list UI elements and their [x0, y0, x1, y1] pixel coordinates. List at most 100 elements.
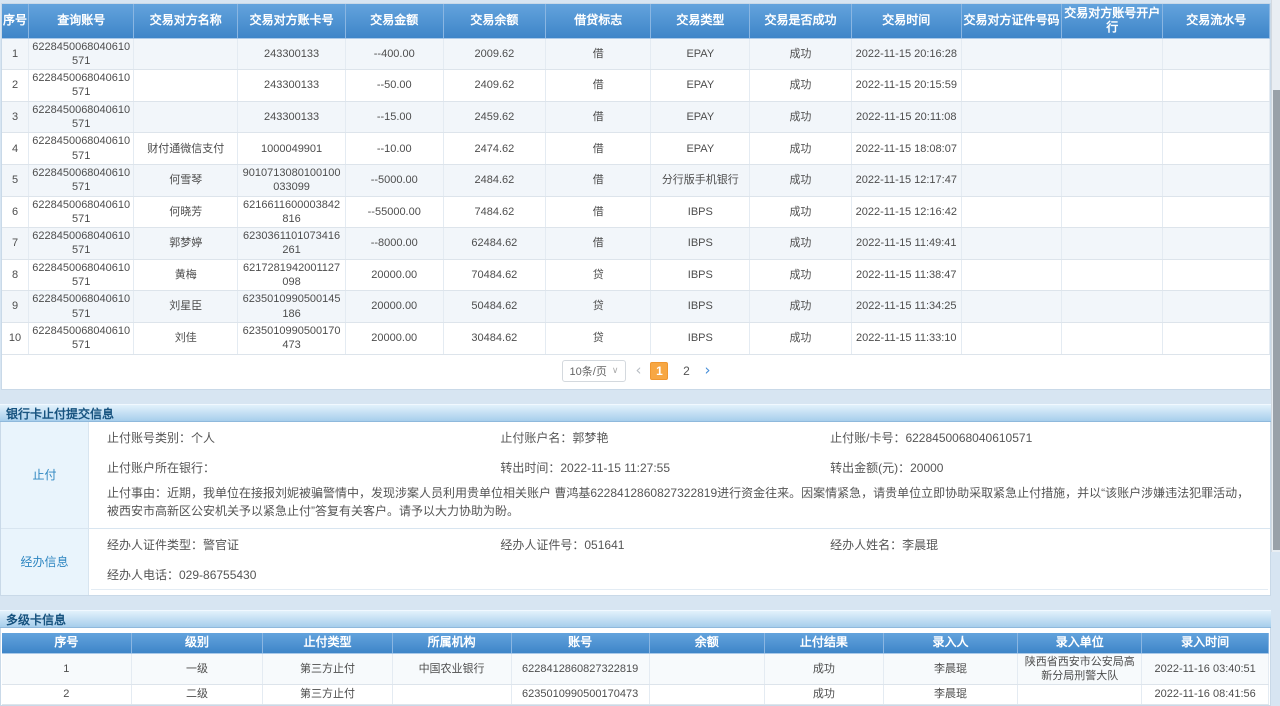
table-row: 2二级第三方止付6235010990500170473成功李晨琨2022-11-…: [2, 685, 1269, 705]
table-cell: 郭梦婷: [134, 228, 238, 260]
table-cell: [649, 685, 764, 705]
table-cell: 借: [546, 101, 651, 133]
table-cell: 2022-11-15 12:16:42: [851, 196, 961, 228]
table-cell: 成功: [764, 653, 883, 685]
table-cell: 6230361101073416261: [238, 228, 346, 260]
table-cell: 2009.62: [443, 38, 546, 70]
agent-id-number-field: 经办人证件号：051641: [500, 536, 830, 553]
stop-account-name-field: 止付账户名：郭梦艳: [500, 429, 830, 446]
table-cell: 2022-11-15 11:34:25: [851, 291, 961, 323]
table-row: 96228450068040610571刘星臣62350109905001451…: [2, 291, 1270, 323]
table-cell: [1163, 322, 1270, 354]
scrollbar-thumb[interactable]: [1273, 90, 1280, 550]
table-cell: [1062, 196, 1163, 228]
column-header: 所属机构: [392, 633, 511, 653]
table-cell: 6: [2, 196, 29, 228]
table-cell: IBPS: [651, 259, 750, 291]
chevron-down-icon: ∨: [612, 366, 619, 375]
agent-info-group-content: 经办人证件类型：警官证 经办人证件号：051641 经办人姓名：李晨琨 经办人电…: [89, 529, 1270, 595]
table-cell: [1062, 259, 1163, 291]
table-cell: EPAY: [651, 101, 750, 133]
table-cell: --10.00: [345, 133, 443, 165]
stop-account-type-field: 止付账号类别：个人: [107, 429, 500, 446]
table-cell: --8000.00: [345, 228, 443, 260]
table-cell: 李晨琨: [883, 685, 1017, 705]
table-cell: 李晨琨: [883, 653, 1017, 685]
table-cell: 70484.62: [443, 259, 546, 291]
table-cell: --15.00: [345, 101, 443, 133]
agent-name-field: 经办人姓名：李晨琨: [830, 536, 1264, 553]
main-content: 序号查询账号交易对方名称交易对方账卡号交易金额交易余额借贷标志交易类型交易是否成…: [0, 0, 1271, 706]
table-cell: [134, 70, 238, 102]
table-row: 46228450068040610571财付通微信支付1000049901--1…: [2, 133, 1270, 165]
stop-payment-group-content: 止付账号类别：个人 止付账户名：郭梦艳 止付账/卡号：6228450068040…: [89, 422, 1270, 528]
table-cell: 2022-11-15 18:08:07: [851, 133, 961, 165]
table-cell: IBPS: [651, 228, 750, 260]
table-cell: 3: [2, 101, 29, 133]
table-cell: IBPS: [651, 322, 750, 354]
field-row: 经办人证件类型：警官证 经办人证件号：051641 经办人姓名：李晨琨: [89, 529, 1270, 559]
table-cell: [1163, 133, 1270, 165]
table-cell: 20000.00: [345, 322, 443, 354]
table-cell: 二级: [131, 685, 263, 705]
next-page-button[interactable]: ›: [704, 363, 710, 378]
table-cell: [961, 322, 1061, 354]
table-cell: 7: [2, 228, 29, 260]
table-cell: EPAY: [651, 38, 750, 70]
table-cell: 6235010990500170473: [238, 322, 346, 354]
table-cell: 30484.62: [443, 322, 546, 354]
stop-card-number-field: 止付账/卡号：6228450068040610571: [830, 429, 1264, 446]
table-cell: 借: [546, 228, 651, 260]
table-cell: [1062, 101, 1163, 133]
table-row: 56228450068040610571何雪琴90107130801001000…: [2, 164, 1270, 196]
table-cell: 借: [546, 38, 651, 70]
table-cell: 8: [2, 259, 29, 291]
table-cell: 一级: [131, 653, 263, 685]
table-cell: 243300133: [238, 38, 346, 70]
column-header: 账号: [511, 633, 649, 653]
page-size-label: 10条/页: [570, 363, 607, 379]
table-cell: --50.00: [345, 70, 443, 102]
table-cell: [1062, 70, 1163, 102]
table-cell: [649, 653, 764, 685]
vertical-scrollbar[interactable]: [1271, 0, 1280, 552]
table-cell: 成功: [750, 164, 851, 196]
table-cell: [1062, 228, 1163, 260]
table-cell: 6228412860827322819: [511, 653, 649, 685]
table-cell: 2022-11-15 11:49:41: [851, 228, 961, 260]
multi-card-section-body: 序号级别止付类型所属机构账号余额止付结果录入人录入单位录入时间 1一级第三方止付…: [0, 628, 1271, 706]
table-cell: --55000.00: [345, 196, 443, 228]
field-row: 止付账户所在银行： 转出时间：2022-11-15 11:27:55 转出金额(…: [89, 452, 1270, 482]
table-cell: 借: [546, 70, 651, 102]
page-button-2[interactable]: 2: [677, 362, 695, 380]
table-cell: 成功: [750, 228, 851, 260]
table-cell: 借: [546, 196, 651, 228]
table-cell: [961, 70, 1061, 102]
table-row: 16228450068040610571243300133--400.00200…: [2, 38, 1270, 70]
stop-payment-reason: 止付事由：近期，我单位在接报刘妮被骗警情中，发现涉案人员利用贵单位相关账户 曹鸿…: [89, 482, 1270, 528]
column-header: 序号: [2, 4, 29, 38]
table-cell: [1163, 101, 1270, 133]
table-cell: [1062, 291, 1163, 323]
table-cell: 20000.00: [345, 291, 443, 323]
table-cell: 20000.00: [345, 259, 443, 291]
agent-info-group-label: 经办信息: [1, 529, 89, 595]
table-cell: [961, 164, 1061, 196]
prev-page-button[interactable]: ‹: [635, 363, 641, 378]
table-cell: 6228450068040610571: [29, 291, 134, 323]
table-cell: 2022-11-15 20:11:08: [851, 101, 961, 133]
table-cell: [1163, 196, 1270, 228]
agent-info-group: 经办信息 经办人证件类型：警官证 经办人证件号：051641 经办人姓名：李晨琨…: [1, 529, 1270, 595]
table-cell: 成功: [750, 133, 851, 165]
table-cell: 6228450068040610571: [29, 133, 134, 165]
table-cell: 2: [2, 70, 29, 102]
table-cell: 2022-11-15 12:17:47: [851, 164, 961, 196]
table-cell: 6228450068040610571: [29, 164, 134, 196]
table-cell: 2474.62: [443, 133, 546, 165]
column-header: 交易余额: [443, 4, 546, 38]
table-cell: 成功: [764, 685, 883, 705]
page-size-select[interactable]: 10条/页 ∨: [562, 360, 627, 382]
agent-phone-field: 经办人电话：029-86755430: [107, 566, 500, 583]
table-cell: [961, 101, 1061, 133]
page-button-1[interactable]: 1: [650, 362, 668, 380]
